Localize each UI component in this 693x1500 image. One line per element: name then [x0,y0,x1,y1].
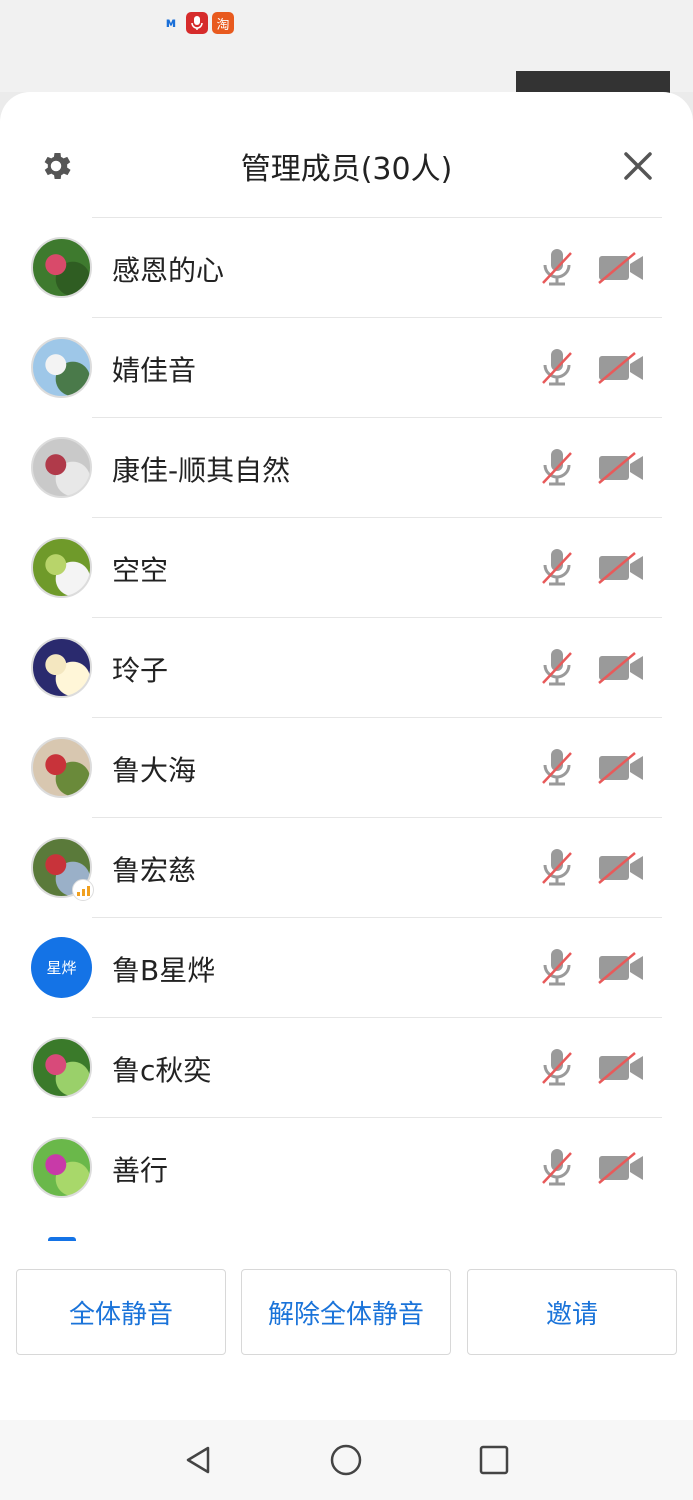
mic-muted-icon[interactable] [540,247,574,287]
camera-off-icon[interactable] [597,252,645,284]
avatar [31,337,92,398]
recents-icon[interactable] [476,1442,512,1478]
signal-icon [72,879,94,901]
member-row[interactable]: 鲁c秋奕 [0,1017,693,1117]
member-row[interactable]: 星烨 鲁B星烨 [0,917,693,1017]
avatar [31,737,92,798]
status-bar: ᴍ 淘 [0,0,693,111]
mic-muted-icon[interactable] [540,1047,574,1087]
mic-muted-icon[interactable] [540,447,574,487]
member-name: 康佳-顺其自然 [112,454,291,487]
member-row[interactable]: 鲁宏慈 [0,817,693,917]
avatar [31,537,92,598]
avatar [31,437,92,498]
mic-muted-icon[interactable] [540,847,574,887]
camera-off-icon[interactable] [597,952,645,984]
camera-off-icon[interactable] [597,352,645,384]
member-name: 鲁宏慈 [112,854,197,887]
member-name: 空空 [112,554,169,587]
camera-off-icon[interactable] [597,452,645,484]
member-row[interactable]: 康佳-顺其自然 [0,417,693,517]
member-row[interactable]: 空空 [0,517,693,617]
avatar [31,1137,92,1198]
member-row[interactable]: 善行 [0,1117,693,1217]
app-logo-icon: ᴍ [165,15,177,31]
close-icon[interactable] [620,148,656,184]
sheet-header: 管理成员(30人) [0,92,693,217]
mic-muted-icon[interactable] [540,1147,574,1187]
back-icon[interactable] [180,1442,216,1478]
member-name: 鲁大海 [112,754,197,787]
avatar [31,237,92,298]
member-name: 婧佳音 [112,354,197,387]
member-name: 感恩的心 [112,254,225,287]
avatar [31,1037,92,1098]
member-row[interactable]: 鲁大海 [0,717,693,817]
camera-off-icon[interactable] [597,652,645,684]
status-icons: ᴍ 淘 [160,12,234,34]
mic-muted-icon[interactable] [540,747,574,787]
unmute-all-button[interactable]: 解除全体静音 [241,1269,451,1355]
camera-off-icon[interactable] [597,852,645,884]
camera-off-icon[interactable] [597,752,645,784]
member-name: 鲁B星烨 [112,954,216,987]
mic-muted-icon[interactable] [540,547,574,587]
avatar: 星烨 [31,937,92,998]
member-row[interactable]: 婧佳音 [0,317,693,417]
avatar-initials: 星烨 [46,959,77,977]
camera-off-icon[interactable] [597,1052,645,1084]
home-icon[interactable] [328,1442,364,1478]
avatar [31,637,92,698]
action-bar: 全体静音 解除全体静音 邀请 [0,1269,693,1355]
member-name: 善行 [112,1154,169,1187]
camera-off-icon[interactable] [597,552,645,584]
member-row[interactable]: 玲子 [0,617,693,717]
page-title: 管理成员(30人) [240,152,453,187]
mic-muted-icon[interactable] [540,947,574,987]
partial-avatar [48,1237,76,1241]
mic-app-icon [186,12,208,34]
member-management-sheet: 管理成员(30人) 感恩的心 婧佳音 康佳-顺其自然 空空 玲子 鲁大海 鲁宏慈… [0,92,693,1420]
mic-muted-icon[interactable] [540,347,574,387]
member-list[interactable]: 感恩的心 婧佳音 康佳-顺其自然 空空 玲子 鲁大海 鲁宏慈 星烨 鲁B星烨 鲁… [0,217,693,1237]
system-nav-bar [0,1420,693,1500]
member-row[interactable]: 感恩的心 [0,217,693,317]
invite-button[interactable]: 邀请 [467,1269,677,1355]
camera-off-icon[interactable] [597,1152,645,1184]
taobao-icon: 淘 [212,12,234,34]
member-name: 鲁c秋奕 [112,1054,212,1087]
member-name: 玲子 [112,654,169,687]
mic-muted-icon[interactable] [540,647,574,687]
mute-all-button[interactable]: 全体静音 [16,1269,226,1355]
